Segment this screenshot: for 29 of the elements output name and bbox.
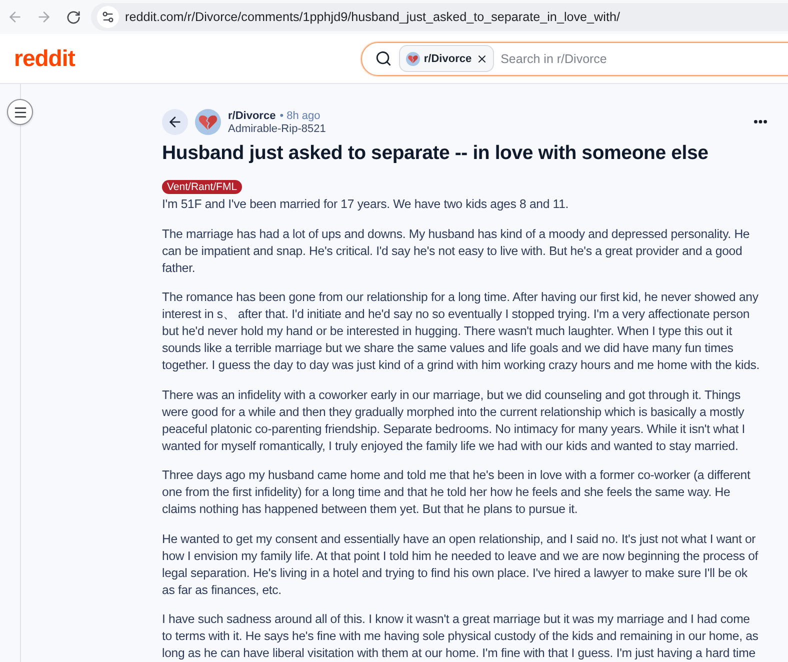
post-paragraph: The marriage has had a lot of ups and downs. My husband has kind of a moody and depressed personality. He can be impatient and snap. He's critical. I'd say he's not easy to live with. But he's a great provider and a good father.	[162, 226, 751, 276]
chip-label: r/Divorce	[424, 52, 472, 64]
post-time: • 8h ago	[280, 110, 320, 122]
address-bar[interactable]: reddit.com/r/Divorce/comments/1pphjd9/husband_just_asked_to_separate_in_love_with/	[91, 3, 788, 31]
menu-button[interactable]	[7, 99, 33, 125]
menu-icon	[12, 104, 28, 120]
site-settings-button[interactable]	[97, 6, 119, 28]
forward-arrow-icon	[36, 9, 52, 25]
post-flair[interactable]: Vent/Rant/FML	[162, 180, 242, 194]
search-input[interactable]: Search in r/Divorce	[500, 52, 788, 66]
url-text: reddit.com/r/Divorce/comments/1pphjd9/husband_just_asked_to_separate_in_love_with/	[125, 10, 620, 24]
post-paragraph: I have such sadness around all of this. I know it wasn't a great marriage but it was my marriage and I had come to terms with it. He says he's fine with me having sole physical custody of the kids and remaining in our home, as long as he can have liberal visitation with them at our home. I'm fine with that I guess. I'm just having a hard time	[162, 611, 760, 662]
chip-close-button[interactable]	[476, 52, 488, 64]
close-icon	[476, 52, 488, 64]
post-paragraph: I'm 51F and I've been married for 17 years. We have two kids ages 8 and 11.	[162, 196, 570, 213]
post-paragraph: There was an infidelity with a coworker early in our marriage, but we did counseling and got through it. Things were good for a while and then they gradually morphed into the current relationship which is basically a mostly peaceful platonic co-parenting friendship. Separate bedrooms. No intimacy for many years. While it isn't what I wanted for myself romantically, I truly enjoyed the family life we had with our kids and wanted to stay married.	[162, 386, 746, 454]
subreddit-link[interactable]: r/Divorce	[228, 110, 276, 122]
search-icon	[374, 50, 392, 67]
post-paragraph: Three days ago my husband came home and told me that he's been in love with a former co-worker (a different one from the first infidelity) for a long time and that he told her how he feels and she feels the same way. He claims nothing has happened between them yet. But that he plans to pursue it.	[162, 467, 752, 518]
post-title: Husband just asked to separate -- in love with someone else	[162, 141, 710, 166]
author-link[interactable]: Admirable-Rip-8521	[228, 122, 326, 134]
community-chip[interactable]: r/Divorce	[398, 45, 494, 72]
ellipsis-icon	[754, 120, 767, 124]
post-paragraph: He wanted to get my consent and essentially have an open relationship, and I said no. It's just not what I want or how I envision my family life. At that point I told him he needed to leave and we are now beginning the process of legal separation. He's living in a hotel and trying to find his own place. I've hired a lawyer to make sure I'll be ok as far as finances, etc.	[162, 530, 760, 598]
post-paragraph: The romance has been gone from our relationship for a long time. After having our first kid, he never showed any interest in s、 after that. I'd initiate and he'd say no so eventually I stopped trying. I'm a very affectionate person but he'd never hold my hand or be interested in hugging. There wasn't much laughter. When I type this out it sounds like a terrible marriage but we share the same values and life goals and we did have many fun times together. I guess the day to day was just kind of a grind with him working crazy hours and me home with the kids.	[162, 289, 761, 374]
sliders-icon	[101, 10, 115, 24]
back-button[interactable]	[162, 109, 188, 135]
reload-icon	[66, 10, 80, 24]
search-field[interactable]: r/Divorce Search in r/Divorce	[360, 42, 788, 76]
